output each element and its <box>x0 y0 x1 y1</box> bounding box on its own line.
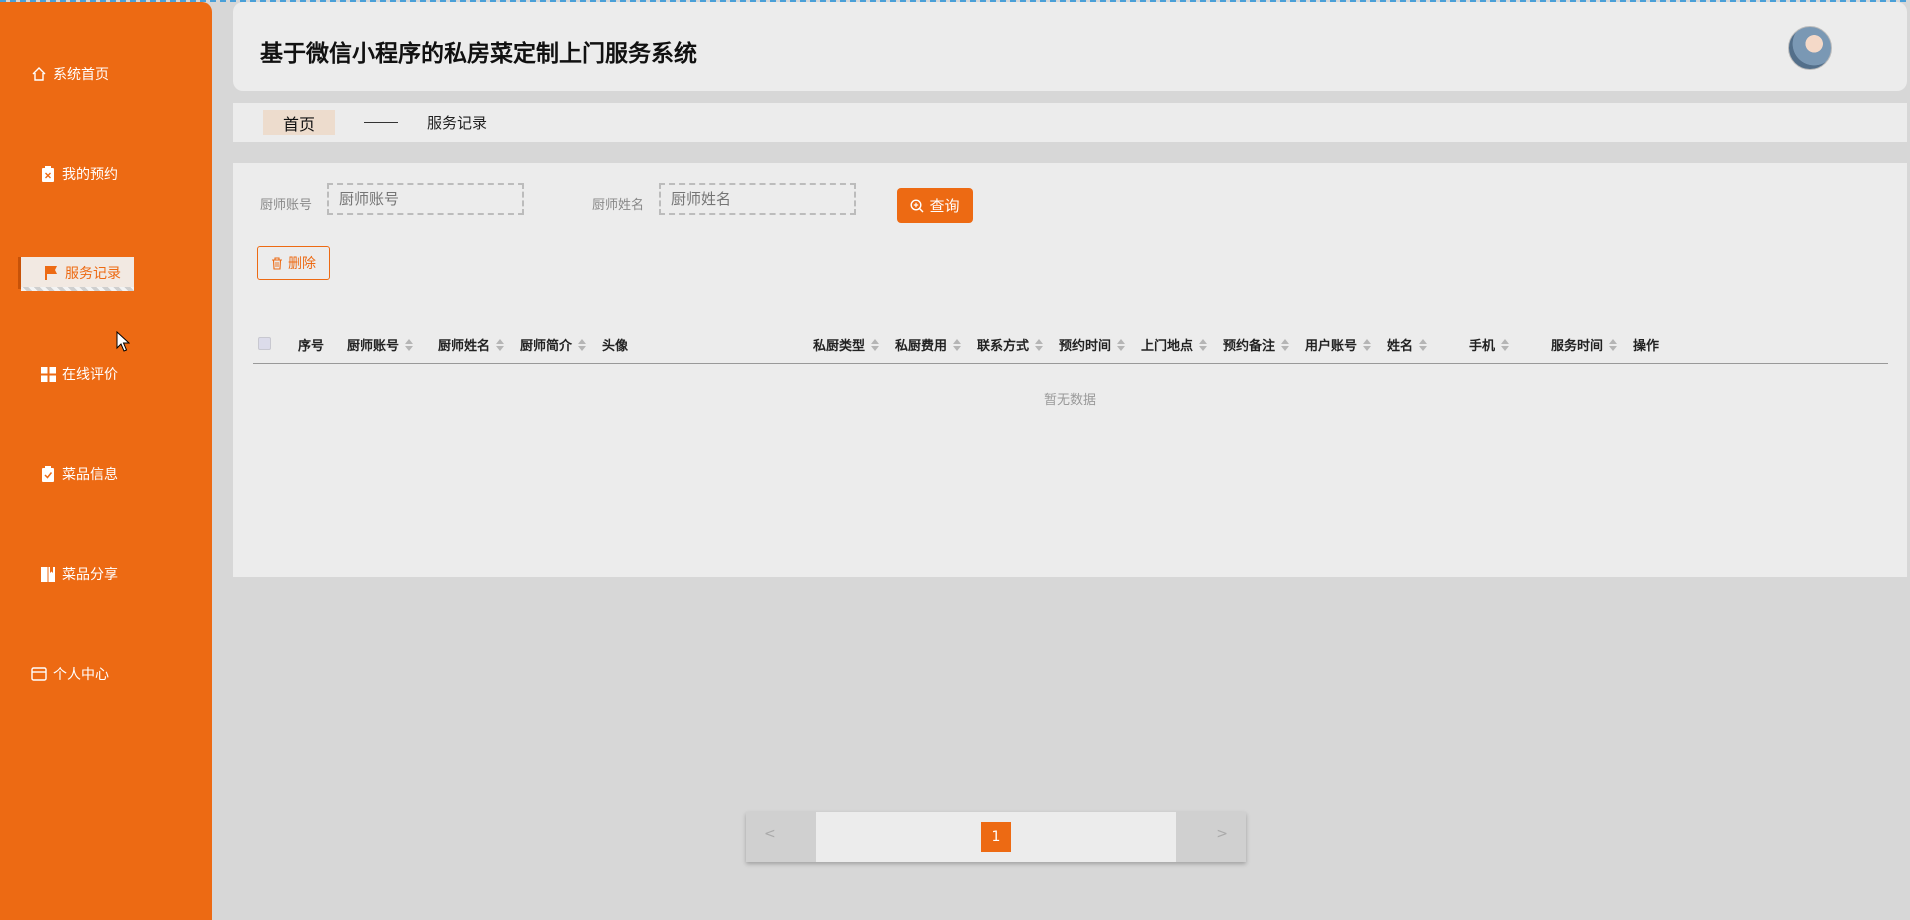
sidebar-item-service-records[interactable]: 服务记录 <box>18 257 134 291</box>
sidebar-item-label: 菜品分享 <box>62 567 118 583</box>
col-chef-type[interactable]: 私厨类型 <box>813 335 880 354</box>
col-contact[interactable]: 联系方式 <box>977 335 1044 354</box>
col-index: 序号 <box>298 339 325 354</box>
sort-icon[interactable] <box>578 338 587 351</box>
breadcrumb-separator <box>364 122 398 123</box>
sidebar-item-label: 我的预约 <box>62 167 118 183</box>
avatar[interactable] <box>1788 26 1832 70</box>
table-header: 序号 厨师账号 厨师姓名 厨师简介 头像 私厨类型 私厨费用 联系方式 预约时间… <box>253 323 1888 364</box>
card-icon <box>31 666 47 682</box>
header: 基于微信小程序的私房菜定制上门服务系统 <box>233 2 1907 91</box>
sort-icon[interactable] <box>1363 338 1372 351</box>
sidebar-item-label: 在线评价 <box>62 367 118 383</box>
select-all-checkbox[interactable] <box>258 337 271 350</box>
sort-icon[interactable] <box>1281 338 1290 351</box>
col-chef-account[interactable]: 厨师账号 <box>347 335 414 354</box>
home-icon <box>31 66 47 82</box>
sort-icon[interactable] <box>1117 338 1126 351</box>
sort-icon[interactable] <box>405 338 414 351</box>
sort-icon[interactable] <box>1501 338 1510 351</box>
sidebar-item-dish-share[interactable]: 菜品分享 <box>0 559 212 589</box>
chef-name-input[interactable] <box>659 183 856 215</box>
chef-account-input[interactable] <box>327 183 524 215</box>
sidebar-item-online-review[interactable]: 在线评价 <box>0 359 212 389</box>
col-chef-name[interactable]: 厨师姓名 <box>438 335 505 354</box>
trash-icon <box>271 256 283 270</box>
col-phone[interactable]: 手机 <box>1469 335 1510 354</box>
sidebar-item-label: 系统首页 <box>53 67 109 83</box>
sidebar-item-label: 菜品信息 <box>62 467 118 483</box>
sort-icon[interactable] <box>953 338 962 351</box>
col-name[interactable]: 姓名 <box>1387 335 1428 354</box>
query-button-label: 查询 <box>929 197 960 215</box>
mouse-cursor-icon <box>116 330 131 357</box>
next-page-button[interactable]: > <box>1216 826 1228 842</box>
sort-icon[interactable] <box>496 338 505 351</box>
col-chef-fee[interactable]: 私厨费用 <box>895 335 962 354</box>
breadcrumb-home[interactable]: 首页 <box>263 110 335 135</box>
page-title: 基于微信小程序的私房菜定制上门服务系统 <box>260 40 697 66</box>
query-button[interactable]: 查询 <box>897 188 973 223</box>
chef-account-label: 厨师账号 <box>260 198 313 213</box>
book-icon <box>40 566 56 582</box>
delete-button-label: 删除 <box>288 256 316 272</box>
grid-icon <box>40 366 56 382</box>
breadcrumb-current: 服务记录 <box>427 114 488 132</box>
clipboard-x-icon <box>40 166 56 182</box>
col-service-time[interactable]: 服务时间 <box>1551 335 1618 354</box>
page-number[interactable]: 1 <box>981 822 1011 852</box>
sidebar-item-personal-center[interactable]: 个人中心 <box>0 659 212 689</box>
sidebar-item-label: 个人中心 <box>53 667 109 683</box>
clipboard-check-icon <box>40 466 56 482</box>
sidebar-item-home[interactable]: 系统首页 <box>0 59 212 89</box>
sidebar: 系统首页 我的预约 服务记录 在线评价 菜品信息 菜品分享 个人中心 <box>0 2 212 920</box>
sort-icon[interactable] <box>1199 338 1208 351</box>
sort-icon[interactable] <box>1419 338 1428 351</box>
breadcrumb: 首页 服务记录 <box>233 103 1907 142</box>
empty-state-text: 暂无数据 <box>1043 393 1096 408</box>
main-panel: 厨师账号 厨师姓名 查询 删除 序号 厨师账号 厨师姓名 厨师简介 头像 私厨类… <box>233 163 1907 577</box>
delete-button[interactable]: 删除 <box>257 246 330 280</box>
col-user-account[interactable]: 用户账号 <box>1305 335 1372 354</box>
pagination: < 1 > <box>746 812 1246 862</box>
sidebar-item-my-booking[interactable]: 我的预约 <box>0 159 212 189</box>
col-booking-time[interactable]: 预约时间 <box>1059 335 1126 354</box>
col-chef-intro[interactable]: 厨师简介 <box>520 335 587 354</box>
search-plus-icon <box>910 198 924 213</box>
chef-name-label: 厨师姓名 <box>592 198 645 213</box>
col-visit-location[interactable]: 上门地点 <box>1141 335 1208 354</box>
sidebar-item-label: 服务记录 <box>65 266 121 282</box>
sort-icon[interactable] <box>1035 338 1044 351</box>
sort-icon[interactable] <box>1609 338 1618 351</box>
col-actions: 操作 <box>1633 339 1660 354</box>
col-avatar: 头像 <box>602 339 629 354</box>
sidebar-item-dish-info[interactable]: 菜品信息 <box>0 459 212 489</box>
sort-icon[interactable] <box>871 338 880 351</box>
col-booking-note[interactable]: 预约备注 <box>1223 335 1290 354</box>
pagination-pages: 1 <box>816 812 1176 862</box>
flag-icon <box>43 265 59 281</box>
prev-page-button[interactable]: < <box>764 826 776 842</box>
